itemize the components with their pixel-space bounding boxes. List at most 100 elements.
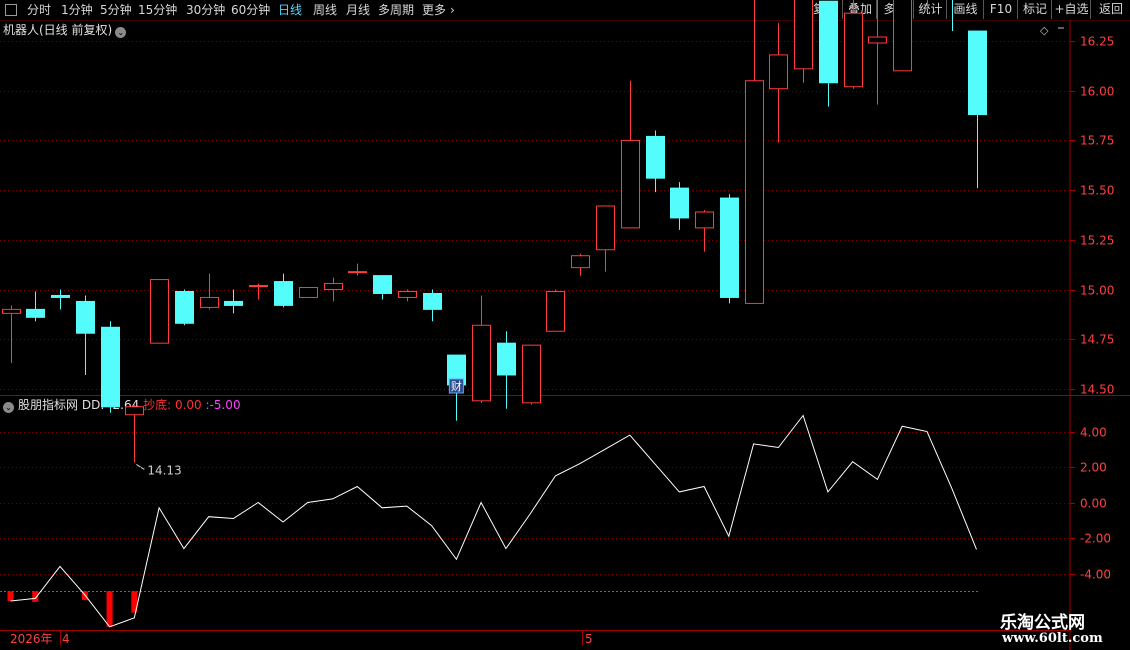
toolbar-button-5[interactable]: F10	[983, 0, 1018, 19]
candle	[150, 279, 169, 344]
candle-body	[844, 12, 863, 88]
month-label-5: 5	[585, 632, 593, 646]
candle	[274, 273, 293, 308]
candle-body	[472, 324, 491, 402]
toolbar-button-2[interactable]: 多股	[876, 0, 914, 19]
period-tab-6[interactable]: 日线	[278, 2, 302, 18]
candle-body	[571, 255, 590, 269]
period-tab-7[interactable]: 周线	[313, 2, 337, 18]
candle-body	[398, 290, 417, 298]
candle-body	[150, 279, 169, 344]
candle-body	[546, 290, 565, 332]
ref-value: :-5.00	[205, 398, 241, 412]
candle-body	[670, 187, 689, 219]
period-tab-5[interactable]: 60分钟	[231, 2, 270, 18]
ind-y-tick-label: -4.00	[1080, 568, 1111, 582]
dropdown-icon[interactable]: ⌄	[115, 27, 127, 38]
period-tab-3[interactable]: 15分钟	[138, 2, 177, 18]
candle-body	[299, 287, 318, 298]
candle	[2, 305, 21, 364]
period-tab-9[interactable]: 多周期	[378, 2, 414, 18]
candle	[720, 194, 739, 304]
period-tab-2[interactable]: 5分钟	[100, 2, 132, 18]
toolbar-button-1[interactable]: 叠加	[842, 0, 877, 19]
candle-body	[522, 344, 541, 404]
candle-body	[968, 30, 987, 116]
candle	[769, 23, 788, 143]
chaodi-bar	[7, 591, 14, 602]
toolbar-button-7[interactable]: +自选	[1051, 0, 1091, 19]
main-y-tick-label: 16.25	[1080, 35, 1114, 49]
candle-body	[175, 290, 194, 324]
candle-body	[2, 308, 21, 314]
period-tab-10[interactable]: 更多	[422, 2, 446, 18]
period-tab-0[interactable]: 分时	[27, 2, 51, 18]
candle	[621, 80, 640, 229]
candle-body	[224, 300, 243, 306]
indicator-dropdown-icon[interactable]: ⌄	[3, 402, 14, 413]
corner-diamond-icon: ◇	[1040, 24, 1049, 37]
ind-y-tick-label: -2.00	[1080, 532, 1111, 546]
dd-series-line	[10, 414, 977, 628]
toolbar-button-4[interactable]: 画线	[946, 0, 984, 19]
toolbar-button-6[interactable]: 标记	[1017, 0, 1052, 19]
candle	[224, 289, 243, 314]
watermark-url: www.60lt.com	[1002, 631, 1103, 646]
candle	[348, 263, 367, 276]
candle-body	[101, 326, 120, 408]
dd-label: DD:	[81, 398, 109, 412]
candle-body	[745, 80, 764, 304]
candle-body	[26, 308, 45, 318]
candle-body	[868, 36, 887, 44]
min-pointer	[136, 464, 145, 470]
candle	[522, 344, 541, 405]
watermark-title: 乐淘公式网	[1000, 613, 1085, 633]
toolbar-button-3[interactable]: 统计	[913, 0, 947, 19]
month-label-4: 4	[62, 632, 70, 646]
min-price-label: 14.13	[147, 463, 181, 477]
candle	[373, 275, 392, 300]
candle-body	[249, 285, 268, 288]
candle-body	[423, 292, 442, 310]
candle	[695, 209, 714, 252]
candle	[175, 289, 194, 326]
candle-body	[51, 294, 70, 298]
candle	[249, 283, 268, 300]
candle	[968, 30, 987, 189]
candle-body	[596, 205, 615, 251]
candle	[571, 253, 590, 276]
main-y-tick-label: 15.25	[1080, 234, 1114, 248]
ind-y-tick-label: 2.00	[1080, 461, 1107, 475]
dd-value: -2.64	[108, 398, 140, 412]
menu-square-icon[interactable]	[5, 4, 17, 16]
toolbar-button-0[interactable]: 复权	[806, 0, 843, 19]
candle-body	[348, 271, 367, 274]
candle-body	[200, 296, 219, 308]
main-y-tick-label: 15.75	[1080, 134, 1114, 148]
main-y-tick-label: 14.50	[1080, 383, 1114, 397]
period-tab-8[interactable]: 月线	[346, 2, 370, 18]
more-chevron-icon[interactable]: ›	[450, 2, 455, 18]
candle-body	[769, 54, 788, 90]
main-chart-title: 机器人(日线 前复权) ⌄	[3, 21, 127, 38]
chaodi-bar	[106, 591, 113, 627]
candle-body	[695, 211, 714, 229]
candle	[398, 289, 417, 302]
period-tab-1[interactable]: 1分钟	[61, 2, 93, 18]
chaodi-bar	[81, 591, 88, 601]
chaodi-label: 抄底:	[143, 398, 175, 412]
period-tab-4[interactable]: 30分钟	[186, 2, 225, 18]
main-y-tick-label: 16.00	[1080, 85, 1114, 99]
main-y-tick-label: 15.00	[1080, 284, 1114, 298]
ind-y-tick-label: 0.00	[1080, 497, 1107, 511]
chart-canvas[interactable]: 14.50 14.75 15.00 15.25 15.50 15.75 16.00 16.25…	[0, 0, 1130, 650]
candle	[51, 289, 70, 310]
toolbar-button-8[interactable]: 返回	[1090, 0, 1130, 19]
chaodi-value: 0.00	[174, 398, 202, 412]
candle	[200, 273, 219, 310]
indicator-title: ⌄ 股朋指标网 DD: -2.64 抄底: 0.00 :-5.00	[3, 396, 241, 413]
main-y-tick-label: 14.75	[1080, 333, 1114, 347]
chaodi-bar	[131, 591, 138, 613]
candle	[472, 295, 491, 403]
candle-body	[646, 135, 665, 179]
